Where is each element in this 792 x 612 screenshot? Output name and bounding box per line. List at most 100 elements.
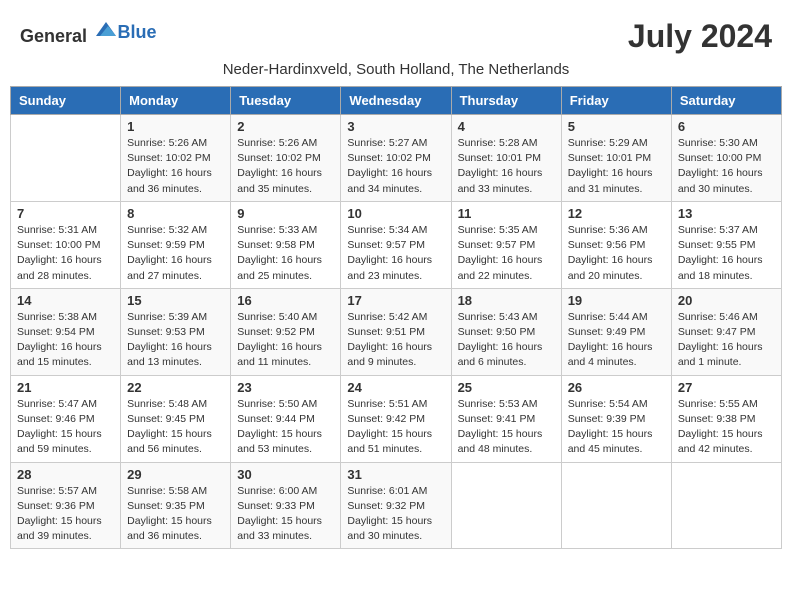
day-info: Sunrise: 5:42 AMSunset: 9:51 PMDaylight:… (347, 310, 444, 371)
day-number: 14 (17, 293, 114, 308)
day-info: Sunrise: 5:43 AMSunset: 9:50 PMDaylight:… (458, 310, 555, 371)
day-info: Sunrise: 5:28 AMSunset: 10:01 PMDaylight… (458, 136, 555, 197)
logo: General Blue (20, 18, 157, 47)
page-header: General Blue July 2024 (10, 10, 782, 59)
day-info: Sunrise: 5:37 AMSunset: 9:55 PMDaylight:… (678, 223, 775, 284)
day-number: 3 (347, 119, 444, 134)
day-number: 9 (237, 206, 334, 221)
day-number: 18 (458, 293, 555, 308)
calendar-day-cell (11, 115, 121, 202)
calendar-day-cell: 23 Sunrise: 5:50 AMSunset: 9:44 PMDayligh… (231, 375, 341, 462)
day-number: 16 (237, 293, 334, 308)
calendar-day-cell: 4 Sunrise: 5:28 AMSunset: 10:01 PMDayligh… (451, 115, 561, 202)
day-info: Sunrise: 5:34 AMSunset: 9:57 PMDaylight:… (347, 223, 444, 284)
calendar-day-cell: 26 Sunrise: 5:54 AMSunset: 9:39 PMDayligh… (561, 375, 671, 462)
day-info: Sunrise: 5:32 AMSunset: 9:59 PMDaylight:… (127, 223, 224, 284)
day-info: Sunrise: 5:55 AMSunset: 9:38 PMDaylight:… (678, 397, 775, 458)
day-info: Sunrise: 5:58 AMSunset: 9:35 PMDaylight:… (127, 484, 224, 545)
day-info: Sunrise: 5:38 AMSunset: 9:54 PMDaylight:… (17, 310, 114, 371)
calendar-day-cell: 7Sunrise: 5:31 AMSunset: 10:00 PMDayligh… (11, 201, 121, 288)
day-info: Sunrise: 5:29 AMSunset: 10:01 PMDaylight… (568, 136, 665, 197)
day-info: Sunrise: 5:26 AMSunset: 10:02 PMDaylight… (127, 136, 224, 197)
month-title: July 2024 (628, 18, 772, 55)
day-number: 26 (568, 380, 665, 395)
calendar-day-cell: 10Sunrise: 5:34 AMSunset: 9:57 PMDayligh… (341, 201, 451, 288)
day-info: Sunrise: 5:46 AMSunset: 9:47 PMDaylight:… (678, 310, 775, 371)
day-number: 27 (678, 380, 775, 395)
day-number: 5 (568, 119, 665, 134)
day-number: 8 (127, 206, 224, 221)
calendar-day-cell: 22 Sunrise: 5:48 AMSunset: 9:45 PMDayligh… (121, 375, 231, 462)
day-number: 23 (237, 380, 334, 395)
calendar-day-cell: 28Sunrise: 5:57 AMSunset: 9:36 PMDayligh… (11, 462, 121, 549)
day-info: Sunrise: 5:27 AMSunset: 10:02 PMDaylight… (347, 136, 444, 197)
calendar-day-cell: 11 Sunrise: 5:35 AMSunset: 9:57 PMDayligh… (451, 201, 561, 288)
calendar-day-cell: 17 Sunrise: 5:42 AMSunset: 9:51 PMDayligh… (341, 288, 451, 375)
calendar-day-cell (671, 462, 781, 549)
day-info: Sunrise: 5:44 AMSunset: 9:49 PMDaylight:… (568, 310, 665, 371)
calendar-day-cell: 29 Sunrise: 5:58 AMSunset: 9:35 PMDayligh… (121, 462, 231, 549)
calendar-day-cell: 9Sunrise: 5:33 AMSunset: 9:58 PMDaylight… (231, 201, 341, 288)
calendar-day-cell: 2Sunrise: 5:26 AMSunset: 10:02 PMDayligh… (231, 115, 341, 202)
day-info: Sunrise: 6:01 AMSunset: 9:32 PMDaylight:… (347, 484, 444, 545)
calendar-day-cell: 24 Sunrise: 5:51 AMSunset: 9:42 PMDayligh… (341, 375, 451, 462)
day-info: Sunrise: 5:47 AMSunset: 9:46 PMDaylight:… (17, 397, 114, 458)
calendar-day-cell: 13 Sunrise: 5:37 AMSunset: 9:55 PMDayligh… (671, 201, 781, 288)
calendar-week-row: 14 Sunrise: 5:38 AMSunset: 9:54 PMDayligh… (11, 288, 782, 375)
calendar-day-cell: 21 Sunrise: 5:47 AMSunset: 9:46 PMDayligh… (11, 375, 121, 462)
day-info: Sunrise: 5:26 AMSunset: 10:02 PMDaylight… (237, 136, 334, 197)
calendar-day-cell: 31 Sunrise: 6:01 AMSunset: 9:32 PMDayligh… (341, 462, 451, 549)
day-info: Sunrise: 5:51 AMSunset: 9:42 PMDaylight:… (347, 397, 444, 458)
day-of-week-header: Tuesday (231, 87, 341, 115)
day-number: 1 (127, 119, 224, 134)
calendar-day-cell: 6Sunrise: 5:30 AMSunset: 10:00 PMDayligh… (671, 115, 781, 202)
day-number: 22 (127, 380, 224, 395)
calendar-day-cell: 19 Sunrise: 5:44 AMSunset: 9:49 PMDayligh… (561, 288, 671, 375)
calendar-day-cell: 30 Sunrise: 6:00 AMSunset: 9:33 PMDayligh… (231, 462, 341, 549)
day-info: Sunrise: 5:30 AMSunset: 10:00 PMDaylight… (678, 136, 775, 197)
day-info: Sunrise: 6:00 AMSunset: 9:33 PMDaylight:… (237, 484, 334, 545)
day-info: Sunrise: 5:40 AMSunset: 9:52 PMDaylight:… (237, 310, 334, 371)
day-info: Sunrise: 5:39 AMSunset: 9:53 PMDaylight:… (127, 310, 224, 371)
day-number: 20 (678, 293, 775, 308)
calendar-table: SundayMondayTuesdayWednesdayThursdayFrid… (10, 86, 782, 549)
day-number: 25 (458, 380, 555, 395)
day-of-week-header: Friday (561, 87, 671, 115)
day-number: 7 (17, 206, 114, 221)
calendar-day-cell (561, 462, 671, 549)
day-number: 11 (458, 206, 555, 221)
calendar-header-row: SundayMondayTuesdayWednesdayThursdayFrid… (11, 87, 782, 115)
day-of-week-header: Monday (121, 87, 231, 115)
logo-blue: Blue (118, 22, 157, 42)
logo-icon (94, 18, 118, 42)
day-info: Sunrise: 5:48 AMSunset: 9:45 PMDaylight:… (127, 397, 224, 458)
calendar-day-cell: 1 Sunrise: 5:26 AMSunset: 10:02 PMDayligh… (121, 115, 231, 202)
calendar-day-cell: 16 Sunrise: 5:40 AMSunset: 9:52 PMDayligh… (231, 288, 341, 375)
day-info: Sunrise: 5:54 AMSunset: 9:39 PMDaylight:… (568, 397, 665, 458)
calendar-day-cell: 5 Sunrise: 5:29 AMSunset: 10:01 PMDayligh… (561, 115, 671, 202)
day-info: Sunrise: 5:50 AMSunset: 9:44 PMDaylight:… (237, 397, 334, 458)
day-number: 30 (237, 467, 334, 482)
day-of-week-header: Wednesday (341, 87, 451, 115)
calendar-day-cell: 20 Sunrise: 5:46 AMSunset: 9:47 PMDayligh… (671, 288, 781, 375)
calendar-day-cell: 27 Sunrise: 5:55 AMSunset: 9:38 PMDayligh… (671, 375, 781, 462)
day-number: 29 (127, 467, 224, 482)
day-number: 17 (347, 293, 444, 308)
calendar-day-cell: 14 Sunrise: 5:38 AMSunset: 9:54 PMDayligh… (11, 288, 121, 375)
day-number: 19 (568, 293, 665, 308)
day-info: Sunrise: 5:57 AMSunset: 9:36 PMDaylight:… (17, 484, 114, 545)
calendar-week-row: 1 Sunrise: 5:26 AMSunset: 10:02 PMDayligh… (11, 115, 782, 202)
calendar-week-row: 21 Sunrise: 5:47 AMSunset: 9:46 PMDayligh… (11, 375, 782, 462)
day-info: Sunrise: 5:35 AMSunset: 9:57 PMDaylight:… (458, 223, 555, 284)
calendar-day-cell: 3 Sunrise: 5:27 AMSunset: 10:02 PMDayligh… (341, 115, 451, 202)
day-number: 24 (347, 380, 444, 395)
day-number: 21 (17, 380, 114, 395)
calendar-week-row: 28Sunrise: 5:57 AMSunset: 9:36 PMDayligh… (11, 462, 782, 549)
day-info: Sunrise: 5:53 AMSunset: 9:41 PMDaylight:… (458, 397, 555, 458)
day-info: Sunrise: 5:36 AMSunset: 9:56 PMDaylight:… (568, 223, 665, 284)
day-number: 12 (568, 206, 665, 221)
day-number: 31 (347, 467, 444, 482)
day-number: 13 (678, 206, 775, 221)
day-number: 4 (458, 119, 555, 134)
calendar-day-cell: 15Sunrise: 5:39 AMSunset: 9:53 PMDayligh… (121, 288, 231, 375)
